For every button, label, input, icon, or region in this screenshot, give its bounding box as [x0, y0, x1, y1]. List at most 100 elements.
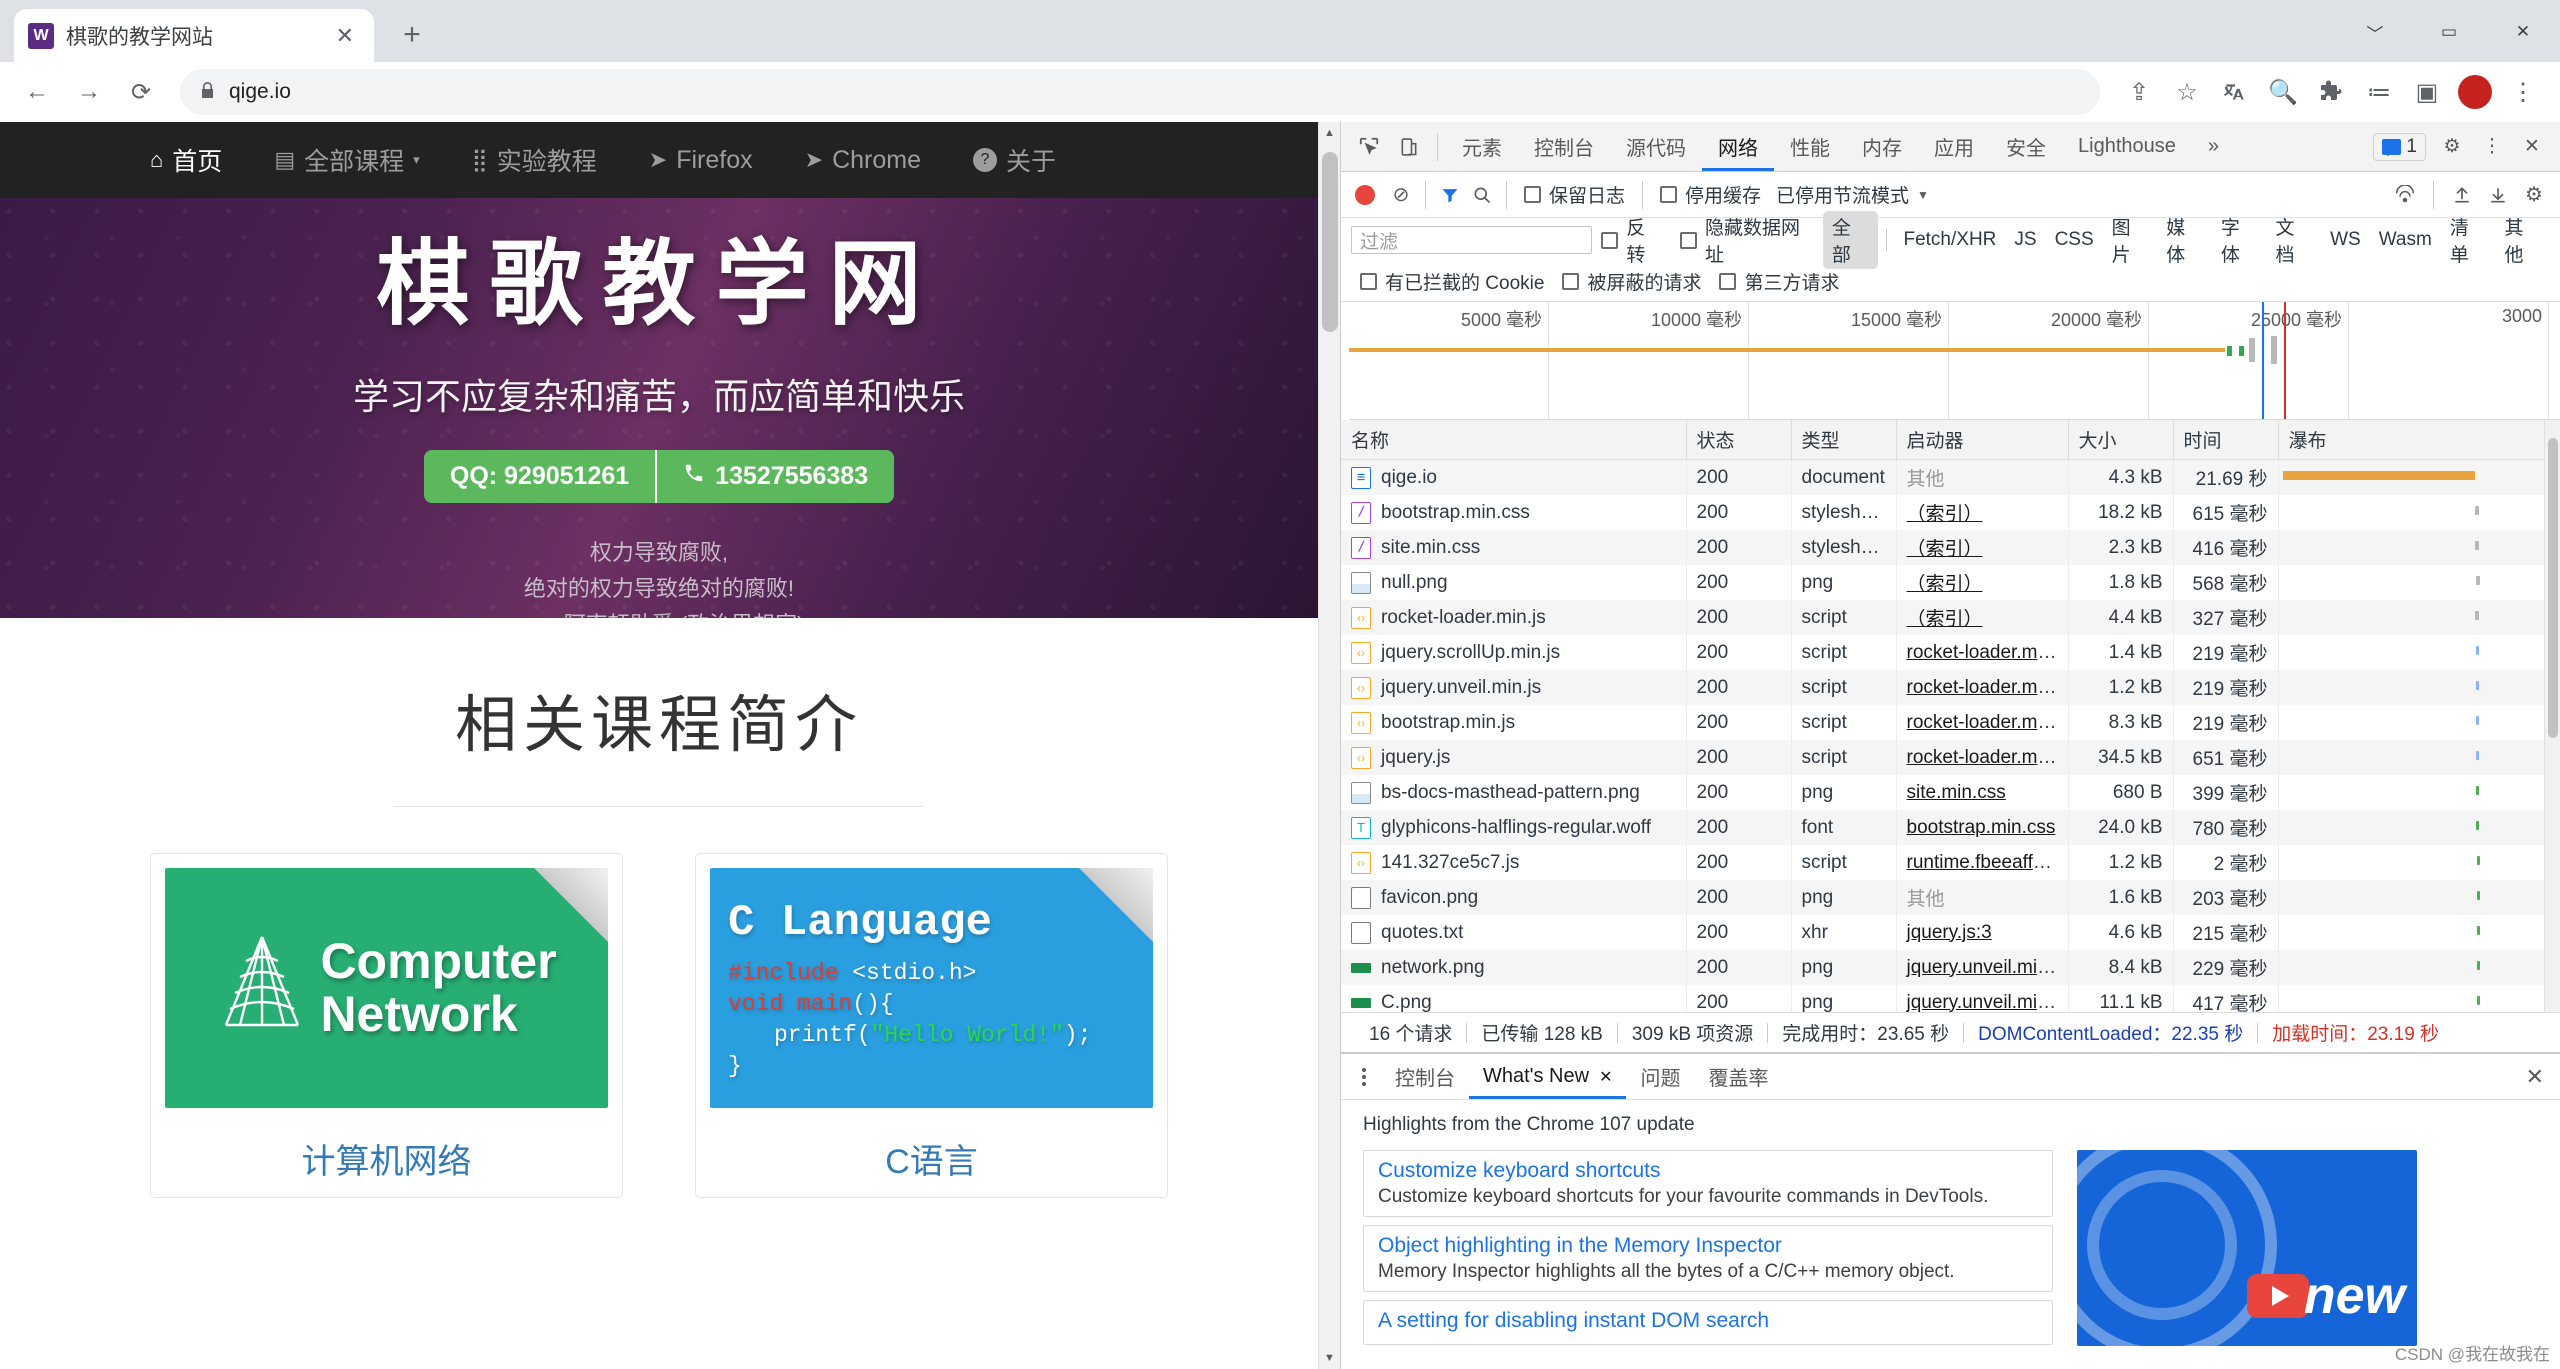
minimize-icon[interactable]: ﹀ — [2338, 8, 2412, 56]
filter-type-manifest[interactable]: 清单 — [2441, 211, 2496, 269]
disable-cache-checkbox[interactable]: 停用缓存 — [1660, 181, 1761, 208]
initiator-value[interactable]: rocket-loader.min… — [1907, 642, 2068, 663]
initiator-value[interactable]: bootstrap.min.css — [1907, 817, 2056, 838]
import-har-icon[interactable] — [2446, 179, 2478, 211]
network-table-scrollbar[interactable] — [2544, 420, 2560, 1012]
initiator-value[interactable]: rocket-loader.min… — [1907, 747, 2068, 768]
nav-item-about[interactable]: ? 关于 — [973, 142, 1056, 178]
drawer-tab-whats-new[interactable]: What's New ✕ — [1469, 1055, 1626, 1099]
filter-input[interactable]: 过滤 — [1351, 226, 1593, 254]
reading-list-icon[interactable]: ≔ — [2356, 69, 2402, 115]
filter-type-media[interactable]: 媒体 — [2157, 211, 2212, 269]
tab-elements[interactable]: 元素 — [1446, 123, 1518, 171]
close-icon[interactable]: ✕ — [330, 23, 360, 49]
initiator-value[interactable]: jquery.unveil.min… — [1907, 957, 2067, 978]
table-row[interactable]: site.min.css 200stylesheet （索引） 2.3 kB416 毫… — [1341, 530, 2560, 565]
initiator-value[interactable]: site.min.css — [1907, 782, 2006, 803]
initiator-value[interactable]: （索引） — [1907, 609, 1983, 630]
tab-lighthouse[interactable]: Lighthouse — [2062, 123, 2192, 171]
initiator-value[interactable]: （索引） — [1907, 574, 1983, 595]
course-title-link[interactable]: 计算机网络 — [165, 1134, 608, 1183]
whats-new-title-link[interactable]: Customize keyboard shortcuts — [1378, 1159, 2038, 1183]
column-initiator[interactable]: 启动器 — [1896, 420, 2069, 460]
table-row[interactable]: qige.io 200document 其他 4.3 kB21.69 秒 — [1341, 459, 2560, 495]
table-row[interactable]: 141.327ce5c7.js 200script runtime.fbeeaff4… — [1341, 845, 2560, 880]
browser-menu-icon[interactable]: ⋮ — [2500, 69, 2546, 115]
table-row[interactable]: bootstrap.min.js 200script rocket-loader.m… — [1341, 705, 2560, 740]
filter-type-doc[interactable]: 文档 — [2266, 211, 2321, 269]
table-row[interactable]: network.png 200 png jquery.unveil.min… 8.4 k… — [1341, 950, 2560, 985]
column-waterfall[interactable]: 瀑布 — [2278, 420, 2560, 460]
export-har-icon[interactable] — [2482, 179, 2514, 211]
drawer-tab-coverage[interactable]: 覆盖率 — [1694, 1055, 1782, 1099]
nav-item-home[interactable]: ⌂ 首页 — [150, 142, 222, 178]
search-icon[interactable]: 🔍 — [2260, 69, 2306, 115]
browser-tab[interactable]: W 棋歌的教学网站 ✕ — [14, 9, 374, 62]
initiator-value[interactable]: jquery.unveil.min… — [1907, 992, 2067, 1013]
table-row[interactable]: jquery.unveil.min.js 200script rocket-load… — [1341, 670, 2560, 705]
tab-network[interactable]: 网络 — [1702, 123, 1774, 171]
extensions-icon[interactable] — [2308, 69, 2354, 115]
whats-new-card[interactable]: A setting for disabling instant DOM sear… — [1363, 1300, 2053, 1345]
drawer-tab-issues[interactable]: 问题 — [1626, 1055, 1694, 1099]
invert-checkbox[interactable]: 反转 — [1601, 213, 1662, 267]
throttle-select[interactable]: 已停用节流模式 — [1776, 181, 1909, 208]
course-card[interactable]: Computer Network 计算机网络 — [150, 853, 623, 1198]
drawer-menu-icon[interactable] — [1347, 1067, 1381, 1086]
inspect-element-icon[interactable] — [1349, 127, 1389, 167]
nav-item-chrome[interactable]: ➤ Chrome — [805, 146, 921, 175]
initiator-value[interactable]: runtime.fbeeaff4.j… — [1907, 852, 2068, 873]
filter-type-wasm[interactable]: Wasm — [2370, 227, 2441, 253]
scroll-up-icon[interactable]: ▲ — [1319, 122, 1340, 144]
table-row[interactable]: bootstrap.min.css 200stylesheet （索引） 18.2 k… — [1341, 495, 2560, 530]
network-settings-icon[interactable]: ⚙ — [2518, 179, 2550, 211]
reload-icon[interactable]: ⟳ — [118, 69, 164, 115]
forward-icon[interactable]: → — [66, 69, 112, 115]
nav-item-firefox[interactable]: ➤ Firefox — [649, 146, 753, 175]
network-overview-timeline[interactable]: 5000 毫秒 10000 毫秒 15000 毫秒 20000 毫秒 25000… — [1349, 302, 2560, 420]
column-status[interactable]: 状态 — [1686, 420, 1792, 460]
course-card[interactable]: C Language #include <stdio.h> void main(… — [695, 853, 1168, 1198]
filter-icon[interactable] — [1434, 179, 1466, 211]
initiator-value[interactable]: jquery.js:3 — [1907, 922, 1992, 943]
scrollbar-thumb[interactable] — [2548, 438, 2558, 738]
back-icon[interactable]: ← — [14, 69, 60, 115]
tab-sources[interactable]: 源代码 — [1610, 123, 1702, 171]
device-toolbar-icon[interactable] — [1389, 127, 1429, 167]
share-icon[interactable]: ⇪ — [2116, 69, 2162, 115]
whats-new-title-link[interactable]: A setting for disabling instant DOM sear… — [1378, 1309, 2038, 1333]
nav-item-all-courses[interactable]: ▤ 全部课程 ▾ — [274, 142, 419, 178]
gear-icon[interactable]: ⚙ — [2432, 127, 2472, 167]
initiator-value[interactable]: rocket-loader.min… — [1907, 712, 2068, 733]
initiator-value[interactable]: （索引） — [1907, 539, 1983, 560]
initiator-value[interactable]: （索引） — [1907, 504, 1983, 525]
filter-type-fetch-xhr[interactable]: Fetch/XHR — [1894, 227, 2005, 253]
initiator-value[interactable]: rocket-loader.min… — [1907, 677, 2068, 698]
filter-type-font[interactable]: 字体 — [2212, 211, 2267, 269]
filter-type-js[interactable]: JS — [2005, 227, 2045, 253]
tab-console[interactable]: 控制台 — [1518, 123, 1610, 171]
filter-type-ws[interactable]: WS — [2321, 227, 2370, 253]
column-type[interactable]: 类型 — [1791, 420, 1897, 460]
new-tab-button[interactable]: + — [388, 11, 436, 59]
hide-data-urls-checkbox[interactable]: 隐藏数据网址 — [1680, 213, 1814, 267]
third-party-checkbox[interactable]: 第三方请求 — [1719, 268, 1839, 295]
filter-type-other[interactable]: 其他 — [2495, 211, 2550, 269]
bookmark-star-icon[interactable]: ☆ — [2164, 69, 2210, 115]
more-tabs-icon[interactable]: » — [2192, 123, 2235, 171]
tab-performance[interactable]: 性能 — [1774, 123, 1846, 171]
window-close-icon[interactable]: ✕ — [2486, 8, 2560, 56]
tab-memory[interactable]: 内存 — [1846, 123, 1918, 171]
tab-application[interactable]: 应用 — [1918, 123, 1990, 171]
filter-type-all[interactable]: 全部 — [1822, 211, 1878, 269]
whats-new-card[interactable]: Customize keyboard shortcuts Customize k… — [1363, 1150, 2053, 1217]
side-panel-icon[interactable]: ▣ — [2404, 69, 2450, 115]
qq-button[interactable]: QQ: 929051261 — [423, 450, 656, 504]
course-title-link[interactable]: C语言 — [710, 1134, 1153, 1183]
column-time[interactable]: 时间 — [2173, 420, 2279, 460]
message-count-badge[interactable]: 1 — [2373, 132, 2426, 161]
table-row[interactable]: rocket-loader.min.js 200script （索引） 4.4 kB3… — [1341, 600, 2560, 635]
column-size[interactable]: 大小 — [2068, 420, 2174, 460]
youtube-play-icon[interactable] — [2247, 1274, 2309, 1318]
tab-security[interactable]: 安全 — [1990, 123, 2062, 171]
